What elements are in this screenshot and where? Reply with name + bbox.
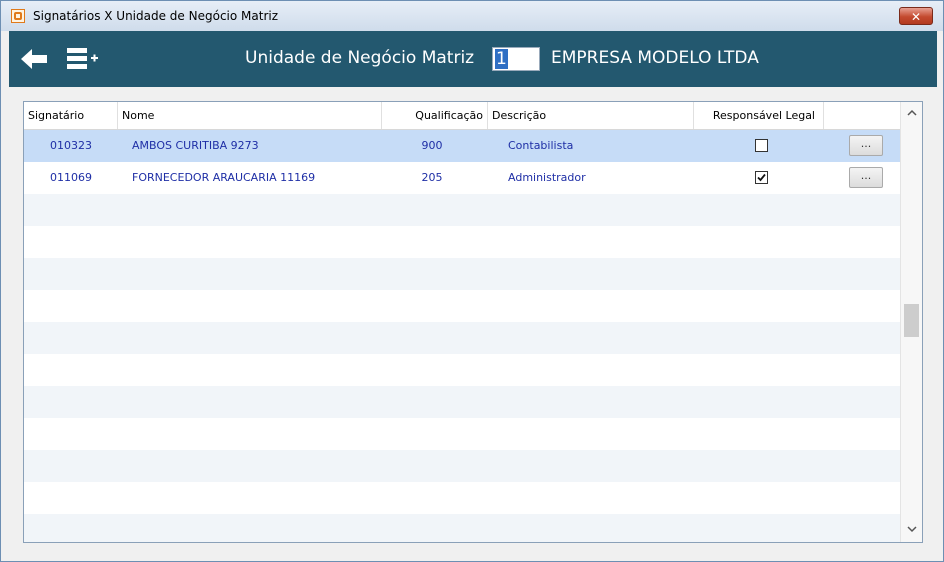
title-bar: Signatários X Unidade de Negócio Matriz …	[1, 1, 943, 31]
empty-row	[24, 482, 900, 514]
details-button[interactable]: ...	[849, 135, 883, 156]
cell-signatario: 011069	[50, 171, 92, 184]
grid-header: Signatário Nome Qualificação Descrição R…	[24, 102, 900, 130]
empty-row	[24, 418, 900, 450]
empty-row	[24, 514, 900, 542]
empty-row	[24, 258, 900, 290]
app-logo-icon	[11, 9, 25, 23]
cell-nome: AMBOS CURITIBA 9273	[132, 139, 259, 152]
cell-nome: FORNECEDOR ARAUCARIA 11169	[132, 171, 316, 184]
empty-row	[24, 386, 900, 418]
empty-row	[24, 290, 900, 322]
back-arrow-icon[interactable]	[19, 47, 49, 71]
empty-row	[24, 322, 900, 354]
responsavel-legal-checkbox[interactable]	[755, 171, 768, 184]
cell-qualificacao: 900	[421, 139, 443, 152]
unidade-label: Unidade de Negócio Matriz	[245, 48, 475, 68]
empty-row	[24, 194, 900, 226]
col-header-qualificacao[interactable]: Qualificação	[382, 102, 488, 129]
signatarios-grid: Signatário Nome Qualificação Descrição R…	[23, 101, 923, 543]
table-row[interactable]: 010323 AMBOS CURITIBA 9273 900 Contabili…	[24, 130, 900, 162]
table-row[interactable]: 011069 FORNECEDOR ARAUCARIA 11169 205 Ad…	[24, 162, 900, 194]
close-button[interactable]: ✕	[899, 7, 933, 25]
empty-row	[24, 226, 900, 258]
window-title: Signatários X Unidade de Negócio Matriz	[33, 9, 279, 23]
empty-row	[24, 450, 900, 482]
toolbar: Unidade de Negócio Matriz 1 EMPRESA MODE…	[9, 31, 937, 87]
col-header-action	[824, 102, 900, 129]
unidade-input[interactable]: 1	[492, 47, 540, 71]
cell-signatario: 010323	[50, 139, 92, 152]
grid-rows: 010323 AMBOS CURITIBA 9273 900 Contabili…	[24, 130, 900, 542]
col-header-responsavel[interactable]: Responsável Legal	[694, 102, 824, 129]
scroll-up-icon[interactable]	[906, 108, 918, 118]
checkmark-icon	[757, 173, 766, 182]
close-icon: ✕	[910, 10, 922, 24]
col-header-nome[interactable]: Nome	[118, 102, 382, 129]
company-name: EMPRESA MODELO LTDA	[551, 48, 759, 68]
scroll-down-icon[interactable]	[906, 524, 918, 534]
cell-qualificacao: 205	[421, 171, 443, 184]
vertical-scrollbar[interactable]	[900, 102, 922, 542]
cell-descricao: Contabilista	[508, 139, 574, 152]
menu-add-icon[interactable]	[67, 47, 99, 71]
cell-descricao: Administrador	[508, 171, 586, 184]
responsavel-legal-checkbox[interactable]	[755, 139, 768, 152]
details-button[interactable]: ...	[849, 167, 883, 188]
window: Signatários X Unidade de Negócio Matriz …	[0, 0, 944, 562]
scrollbar-thumb[interactable]	[904, 304, 919, 337]
empty-row	[24, 354, 900, 386]
col-header-signatario[interactable]: Signatário	[24, 102, 118, 129]
col-header-descricao[interactable]: Descrição	[488, 102, 694, 129]
